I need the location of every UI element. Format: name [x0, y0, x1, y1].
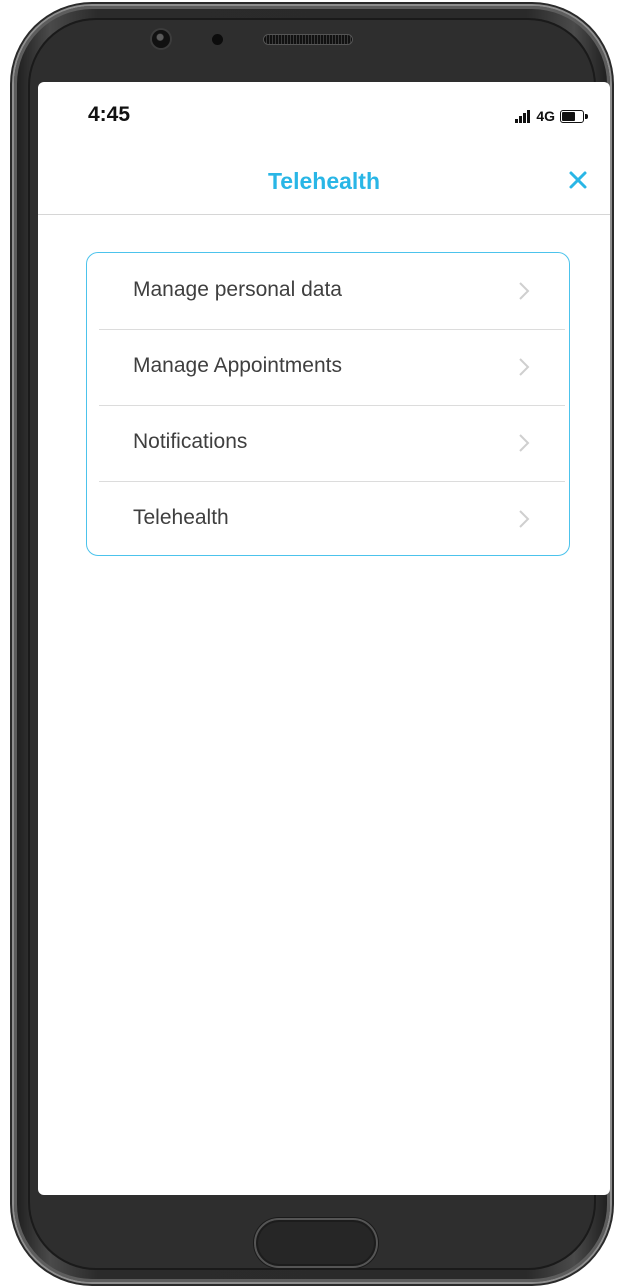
menu-item-notifications[interactable]: Notifications	[87, 405, 569, 481]
status-time: 4:45	[88, 103, 131, 126]
close-icon	[569, 171, 587, 189]
battery-icon	[560, 109, 588, 123]
phone-screen: 4:45 4G Telehealth Manage personal data …	[38, 82, 610, 1195]
battery-cap	[585, 113, 588, 119]
chevron-right-icon	[519, 510, 530, 528]
menu-item-label: Telehealth	[133, 506, 229, 529]
chevron-right-icon	[519, 282, 530, 300]
status-indicators: 4G	[515, 106, 588, 126]
earpiece-speaker	[264, 35, 352, 44]
menu-item-telehealth[interactable]: Telehealth	[87, 481, 569, 555]
front-camera	[152, 30, 170, 48]
chevron-right-icon	[519, 358, 530, 376]
menu-item-label: Manage Appointments	[133, 354, 342, 377]
close-button[interactable]	[564, 166, 592, 194]
page-header: Telehealth	[38, 152, 610, 215]
status-bar: 4:45 4G	[38, 82, 610, 152]
menu-item-label: Notifications	[133, 430, 248, 453]
proximity-sensor	[212, 34, 223, 45]
battery-level	[562, 111, 576, 121]
network-type: 4G	[536, 108, 555, 124]
menu-item-manage-personal-data[interactable]: Manage personal data	[87, 253, 569, 329]
menu-item-label: Manage personal data	[133, 278, 342, 301]
chevron-right-icon	[519, 434, 530, 452]
signal-icon	[515, 109, 531, 123]
home-button[interactable]	[254, 1218, 378, 1268]
settings-menu: Manage personal data Manage Appointments…	[86, 252, 570, 556]
menu-item-manage-appointments[interactable]: Manage Appointments	[87, 329, 569, 405]
page-title: Telehealth	[267, 168, 381, 194]
